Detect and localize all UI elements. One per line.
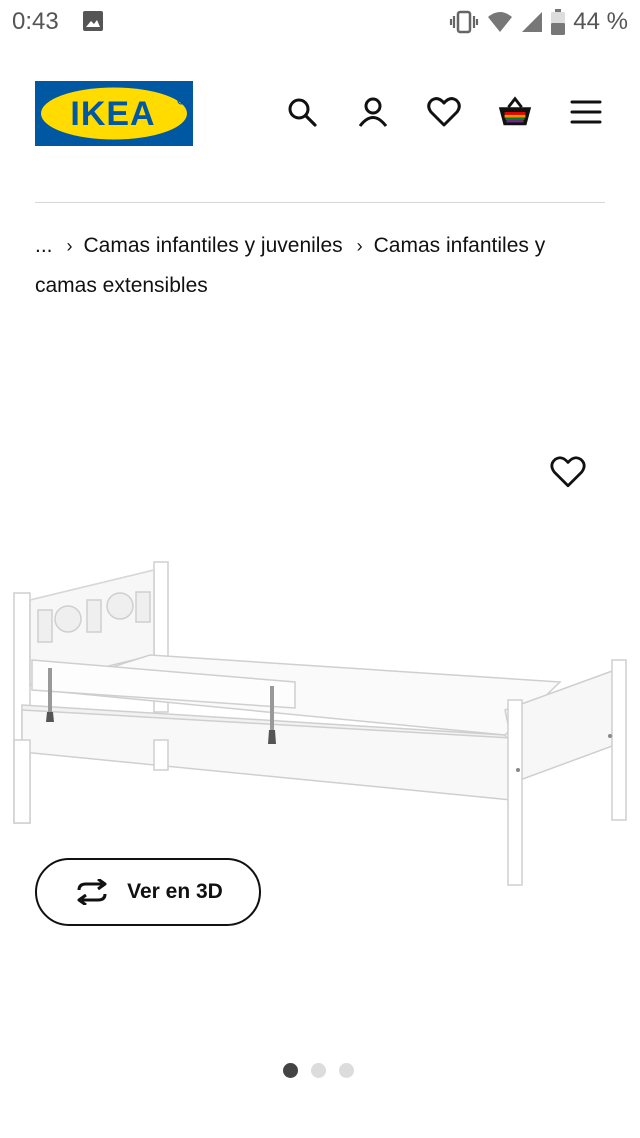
breadcrumb: ... › Camas infantiles y juveniles › Camas i…	[35, 226, 605, 305]
add-to-favorites-button[interactable]	[550, 455, 590, 493]
header-divider	[35, 202, 605, 203]
menu-icon[interactable]	[568, 94, 604, 130]
battery-icon	[551, 9, 566, 35]
chevron-right-icon: ›	[356, 236, 363, 256]
chevron-right-icon: ›	[66, 236, 73, 256]
signal-icon	[522, 12, 543, 32]
svg-text:IKEA: IKEA	[70, 95, 155, 133]
image-icon	[83, 11, 103, 31]
image-pagination	[283, 1063, 354, 1078]
status-bar: 0:43 44 %	[0, 0, 640, 44]
rotate-arrows-icon	[77, 879, 107, 905]
wishlist-heart-icon[interactable]	[426, 94, 462, 130]
view-in-3d-button[interactable]: Ver en 3D	[35, 858, 261, 926]
pagination-dot-2[interactable]	[311, 1063, 326, 1078]
breadcrumb-item-kids-beds[interactable]: Camas infantiles y juveniles	[84, 234, 343, 257]
status-icons: 44 %	[449, 8, 628, 36]
wifi-icon	[488, 12, 513, 32]
account-icon[interactable]	[355, 94, 391, 130]
product-image-bed[interactable]	[0, 540, 640, 900]
battery-percent: 44 %	[573, 8, 628, 35]
site-header: IKEA	[0, 80, 640, 150]
search-icon[interactable]	[284, 94, 320, 130]
status-time: 0:43	[12, 8, 59, 35]
pagination-dot-1[interactable]	[283, 1063, 298, 1078]
ikea-logo[interactable]: IKEA	[35, 81, 193, 146]
view-in-3d-label: Ver en 3D	[127, 880, 223, 903]
vibrate-icon	[450, 10, 479, 34]
breadcrumb-ellipsis[interactable]: ...	[35, 234, 53, 257]
pagination-dot-3[interactable]	[339, 1063, 354, 1078]
shopping-bag-icon[interactable]	[497, 94, 533, 130]
heart-outline-icon	[550, 456, 586, 488]
